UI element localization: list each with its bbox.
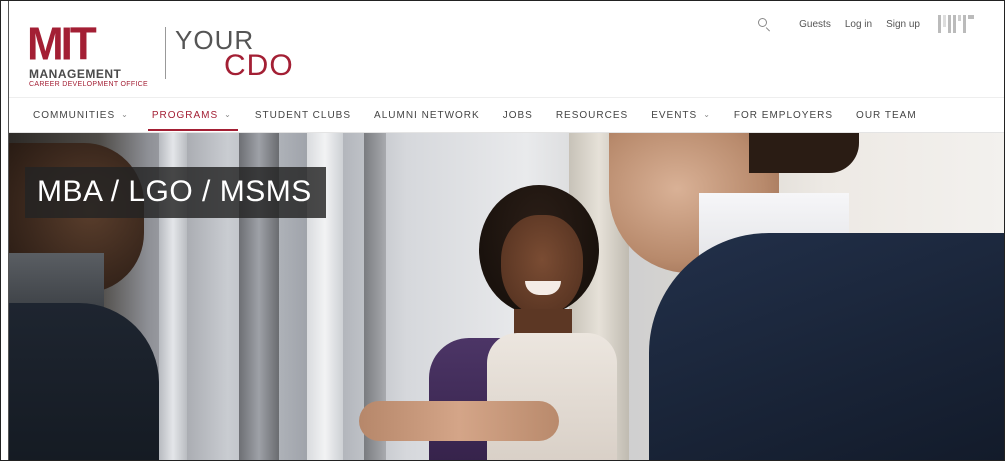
utility-bar: Guests Log in Sign up [757, 15, 974, 33]
mit-logo-bar [968, 15, 974, 19]
hero-person-center-face [501, 215, 583, 315]
mit-logo-bar [958, 15, 961, 21]
nav-item-student-clubs[interactable]: STUDENT CLUBS [255, 97, 351, 133]
hero-person-left-body [9, 303, 159, 460]
mit-logo-bar [943, 15, 946, 27]
nav-label: EVENTS [651, 109, 698, 121]
search-icon-ring [758, 18, 768, 27]
hero-person-right-hair [749, 133, 859, 173]
left-gutter [1, 1, 9, 460]
search-icon[interactable] [757, 17, 771, 32]
mit-logo-bar [963, 15, 966, 33]
logo-subtitle: CAREER DEVELOPMENT OFFICE [29, 81, 149, 88]
logo-divider [165, 27, 166, 79]
mit-logo-icon[interactable] [938, 15, 974, 33]
nav-item-communities[interactable]: COMMUNITIES ⌄ [33, 97, 129, 133]
main-nav: COMMUNITIES ⌄ PROGRAMS ⌄ STUDENT CLUBS ALU… [9, 97, 1004, 133]
mit-logo-bar [953, 15, 956, 33]
browser-frame: MIT MANAGEMENT CAREER DEVELOPMENT OFFICE… [0, 0, 1005, 461]
hero-person-right-hand [359, 401, 559, 441]
site-header: MIT MANAGEMENT CAREER DEVELOPMENT OFFICE… [9, 1, 1004, 97]
hero-banner: MBA / LGO / MSMS [9, 133, 1004, 460]
nav-item-for-employers[interactable]: FOR EMPLOYERS [734, 97, 833, 133]
mit-management-logo[interactable]: MIT MANAGEMENT CAREER DEVELOPMENT OFFICE [27, 18, 167, 91]
nav-item-alumni-network[interactable]: ALUMNI NETWORK [374, 97, 480, 133]
hero-person-right-jacket [649, 233, 1004, 460]
nav-label: RESOURCES [555, 109, 629, 121]
nav-label: STUDENT CLUBS [254, 109, 352, 121]
nav-label: JOBS [502, 109, 533, 121]
mit-logo-bar [938, 15, 941, 33]
nav-label: COMMUNITIES [33, 109, 116, 121]
mit-logo-bar [948, 15, 951, 33]
chevron-down-icon: ⌄ [121, 109, 129, 119]
chevron-down-icon: ⌄ [703, 109, 711, 119]
login-link[interactable]: Log in [845, 19, 872, 30]
guests-link[interactable]: Guests [799, 19, 831, 30]
hero-title: MBA / LGO / MSMS [25, 167, 326, 218]
chevron-down-icon: ⌄ [224, 109, 232, 119]
logo-cdo: CDO [224, 49, 294, 82]
nav-label: FOR EMPLOYERS [733, 109, 834, 121]
nav-label: PROGRAMS [151, 109, 219, 121]
nav-item-events[interactable]: EVENTS ⌄ [651, 97, 711, 133]
search-icon-handle [765, 27, 771, 32]
nav-label: OUR TEAM [856, 109, 917, 121]
signup-link[interactable]: Sign up [886, 19, 920, 30]
nav-item-programs[interactable]: PROGRAMS ⌄ [147, 97, 238, 133]
nav-item-jobs[interactable]: JOBS [503, 97, 533, 133]
nav-label: ALUMNI NETWORK [374, 109, 480, 121]
logo-mit-text: MIT [27, 18, 97, 71]
nav-item-our-team[interactable]: OUR TEAM [856, 97, 917, 133]
logo-management: MANAGEMENT [29, 67, 122, 81]
nav-item-resources[interactable]: RESOURCES [556, 97, 628, 133]
logo-mit-letters: MIT [27, 18, 97, 71]
